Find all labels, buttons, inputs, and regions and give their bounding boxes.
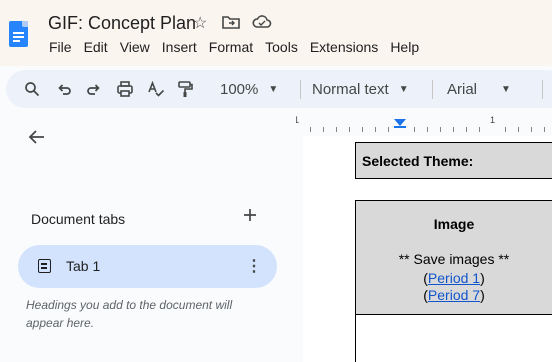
toolbar-divider: [542, 80, 543, 99]
back-arrow-icon[interactable]: [28, 128, 46, 151]
selected-theme-cell[interactable]: Selected Theme:: [355, 142, 552, 179]
first-line-indent-icon[interactable]: [394, 126, 406, 128]
period-7-line: (Period 7): [356, 287, 552, 303]
paren-close: ): [480, 287, 485, 303]
tab-label: Tab 1: [66, 258, 101, 274]
ruler-tick: [453, 127, 454, 132]
title-bar: GIF: Concept Plan ☆ File Edit View Inser…: [0, 0, 552, 66]
docs-logo-icon[interactable]: [9, 21, 28, 47]
zoom-value: 100%: [220, 80, 259, 98]
ruler-tick: [466, 127, 467, 132]
paragraph-style-select[interactable]: Normal text ▼: [312, 70, 409, 108]
undo-icon[interactable]: [56, 70, 72, 108]
image-heading: Image: [433, 216, 475, 232]
toolbar-divider: [300, 80, 301, 99]
cloud-status-icon[interactable]: [252, 14, 272, 35]
period-1-link[interactable]: Period 1: [428, 270, 480, 286]
ruler-tick: [323, 127, 324, 132]
period-1-line: (Period 1): [356, 270, 552, 286]
chevron-down-icon: ▼: [268, 83, 279, 95]
save-images-note: ** Save images **: [398, 251, 510, 267]
search-menus-icon[interactable]: [24, 70, 40, 108]
ruler-tick: [349, 127, 350, 132]
menu-extensions[interactable]: Extensions: [310, 39, 378, 55]
move-folder-icon[interactable]: [222, 14, 240, 35]
period-7-link[interactable]: Period 7: [428, 287, 480, 303]
menu-insert[interactable]: Insert: [162, 39, 197, 55]
ruler-tick: [440, 127, 441, 132]
ruler-tick: [362, 127, 363, 132]
document-outline-panel: Document tabs Tab 1 ⋮ Headings you add t…: [0, 114, 296, 362]
print-icon[interactable]: [116, 70, 134, 108]
selected-theme-label: Selected Theme:: [362, 153, 474, 169]
indent-marker-icon[interactable]: [394, 119, 406, 126]
menu-tools[interactable]: Tools: [265, 39, 298, 55]
toolbar-divider: [432, 80, 433, 99]
ruler-tick: [336, 127, 337, 132]
chevron-down-icon: ▼: [398, 83, 409, 95]
menu-format[interactable]: Format: [209, 39, 253, 55]
add-tab-icon[interactable]: [243, 205, 257, 228]
menu-edit[interactable]: Edit: [84, 39, 108, 55]
ruler-tick: [310, 127, 311, 132]
ruler-tick: [531, 127, 532, 132]
paren-close: ): [480, 270, 485, 286]
font-value: Arial: [447, 80, 478, 98]
document-title[interactable]: GIF: Concept Plan: [48, 13, 196, 34]
menu-bar: File Edit View Insert Format Tools Exten…: [49, 39, 431, 55]
image-header-cell[interactable]: Image ** Save images ** (Period 1) (Peri…: [356, 201, 552, 315]
headings-hint-text: Headings you add to the document will ap…: [26, 298, 233, 330]
ruler-tick: [414, 127, 415, 132]
ruler-tick: [375, 127, 376, 132]
redo-icon[interactable]: [86, 70, 102, 108]
star-icon[interactable]: ☆: [193, 13, 207, 33]
zoom-select[interactable]: 100% ▼: [220, 70, 278, 108]
image-table[interactable]: Image ** Save images ** (Period 1) (Peri…: [355, 200, 552, 362]
document-tabs-heading: Document tabs: [31, 211, 126, 227]
ruler-tick: [544, 127, 545, 132]
toolbar: 100% ▼ Normal text ▼ Arial ▼: [6, 70, 552, 108]
menu-view[interactable]: View: [120, 39, 150, 55]
font-select[interactable]: Arial ▼: [447, 70, 511, 108]
paint-format-icon[interactable]: [177, 70, 193, 108]
menu-file[interactable]: File: [49, 39, 72, 55]
document-tab-icon: [38, 259, 51, 273]
tab-item-tab-1[interactable]: Tab 1 ⋮: [18, 245, 277, 288]
ruler-tick: [479, 127, 480, 132]
ruler-tick: [518, 127, 519, 132]
horizontal-ruler[interactable]: 1 1: [294, 114, 552, 136]
ruler-tick: [427, 127, 428, 132]
more-options-icon[interactable]: ⋮: [246, 256, 262, 276]
ruler-tick: [388, 127, 389, 132]
spellcheck-icon[interactable]: [147, 70, 165, 108]
ruler-label: 1: [490, 115, 496, 125]
chevron-down-icon: ▼: [501, 83, 511, 95]
paragraph-style-value: Normal text: [312, 80, 389, 98]
menu-help[interactable]: Help: [390, 39, 419, 55]
ruler-tick: [505, 127, 506, 132]
